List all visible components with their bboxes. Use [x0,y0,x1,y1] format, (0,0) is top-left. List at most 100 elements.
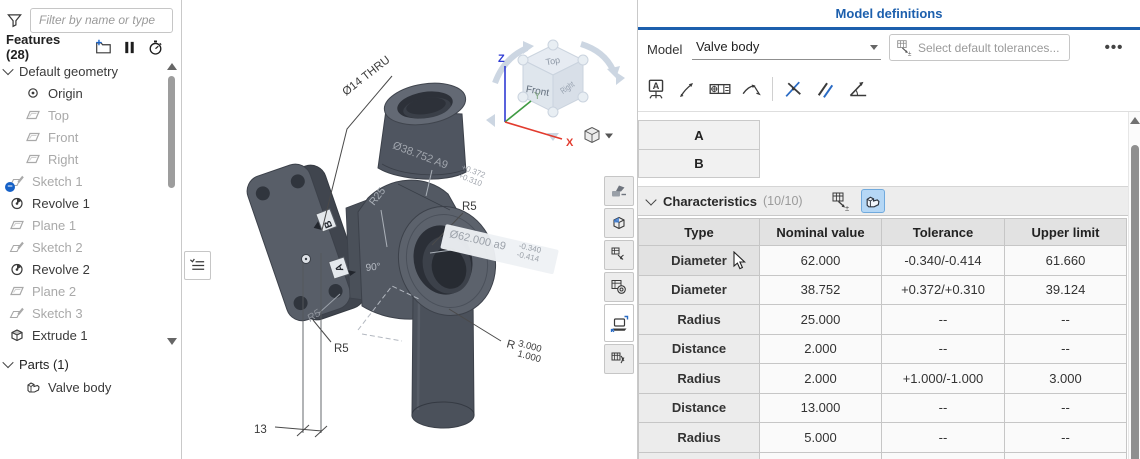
column-header-tolerance[interactable]: Tolerance [882,218,1005,246]
characteristic-row[interactable]: Radius 2.000 +1.000/-1.000 3.000 [638,364,1127,394]
tolerance-cell[interactable]: +0.372/+0.310 [882,276,1005,306]
svg-text:Z: Z [498,53,505,65]
insert-folder-icon[interactable] [94,37,112,57]
scrollbar-thumb[interactable] [1131,145,1139,459]
feature-list-toggle-button[interactable] [184,251,211,280]
datum-row-b[interactable]: B [638,149,760,178]
feature-tree-item[interactable]: − Plane 2 [0,280,162,302]
show-part-characteristics-button[interactable] [861,189,885,213]
feature-icon: − [9,283,25,299]
column-header-nominal[interactable]: Nominal value [760,218,882,246]
nominal-value-cell[interactable]: 38.752 [760,276,882,306]
annotation-dim13[interactable]: 13 [254,424,267,436]
feature-tree-item[interactable]: − Sketch 2 [0,236,162,258]
parts-section-header[interactable]: Parts (1) [4,353,69,375]
scroll-up-icon[interactable] [167,63,177,70]
column-header-upper-limit[interactable]: Upper limit [1005,218,1127,246]
feature-tree-item[interactable]: − Revolve 2 [0,258,162,280]
display-sync-button[interactable] [604,304,634,342]
feature-tree-scrollbar[interactable] [166,60,178,352]
apply-tolerances-icon[interactable]: ± [829,189,853,213]
upper-limit-cell[interactable]: -- [1005,423,1127,453]
nominal-value-cell[interactable]: 2.000 [760,364,882,394]
panel-scrollbar[interactable] [1128,112,1140,459]
type-cell[interactable]: Radius [638,423,760,453]
feature-control-frame-icon[interactable] [706,76,733,103]
feature-tree-item[interactable]: − Origin [0,82,162,104]
column-header-type[interactable]: Type [638,218,760,246]
characteristic-row[interactable]: Diameter 62.000 -0.340/-0.414 61.660 [638,246,1127,276]
tolerance-cell[interactable]: -- [882,305,1005,335]
tolerance-cell[interactable]: -- [882,423,1005,453]
datum-row-a[interactable]: A [638,120,760,149]
tolerance-cell[interactable]: -0.340/-0.414 [882,246,1005,276]
angle-tool-icon[interactable] [844,76,871,103]
type-cell[interactable]: Radius [638,364,760,394]
model-label: Model [647,42,682,57]
upper-limit-cell[interactable]: 39.124 [1005,276,1127,306]
view-settings-button[interactable] [585,128,613,143]
isometric-view-button[interactable] [604,208,634,238]
graphics-viewport[interactable]: B A Ø14 THRU Ø38.752 A9 +0.372 [182,0,637,459]
type-cell[interactable]: Distance [638,394,760,424]
appearance-tool-button[interactable] [604,176,634,206]
nominal-value-cell[interactable]: 2.000 [760,335,882,365]
upper-limit-cell[interactable]: -- [1005,335,1127,365]
tolerance-cell[interactable]: -- [882,335,1005,365]
type-cell[interactable]: Radius [638,305,760,335]
scroll-up-icon[interactable] [1130,117,1140,124]
feature-tree-item[interactable]: − Front [0,126,162,148]
parallel-tool-icon[interactable] [812,76,839,103]
annotation-d14-thru[interactable]: Ø14 THRU [340,54,392,98]
feature-tree-item[interactable]: − Revolve 1 [0,192,162,214]
nominal-value-cell[interactable]: 13.000 [760,394,882,424]
feature-tree-item[interactable]: − Extrude 1 [0,324,162,346]
upper-limit-cell[interactable]: 3.000 [1005,364,1127,394]
characteristic-row[interactable]: Radius 25.000 -- -- [638,305,1127,335]
characteristic-row[interactable]: Radius 5.000 -- -- [638,423,1127,453]
leader-tool-icon[interactable] [674,76,701,103]
feature-tree-item[interactable]: − Sketch 3 [0,302,162,324]
characteristic-row[interactable]: Diameter 38.752 +0.372/+0.310 39.124 [638,276,1127,306]
rollback-stopwatch-icon[interactable] [147,37,165,57]
upper-limit-cell[interactable]: 61.660 [1005,246,1127,276]
nominal-value-cell[interactable]: 25.000 [760,305,882,335]
nominal-value-cell[interactable]: 62.000 [760,246,882,276]
annotation-r5-top[interactable]: R5 [462,201,477,213]
scroll-down-icon[interactable] [167,338,177,345]
characteristic-row[interactable]: Distance 13.000 -- -- [638,394,1127,424]
svg-text:A: A [652,81,659,91]
datum-tool-icon[interactable]: A [642,76,669,103]
part-list-item[interactable]: Valve body [0,376,162,398]
nominal-value-cell[interactable]: 5.000 [760,423,882,453]
type-cell[interactable]: Diameter [638,246,760,276]
view-cube[interactable]: Top Front Right Z Y X [486,40,625,149]
suppress-pause-icon[interactable] [120,37,138,57]
feature-tree-item[interactable]: − Top [0,104,162,126]
type-cell[interactable]: Diameter [638,276,760,306]
feature-tree-item[interactable]: − Default geometry [0,60,162,82]
upper-limit-cell[interactable]: -- [1005,394,1127,424]
annotation-r3[interactable]: R 3.000 1.000 [504,335,545,365]
filter-funnel-icon[interactable] [6,12,23,29]
tolerance-cell[interactable]: +1.000/-1.000 [882,364,1005,394]
intersection-tool-icon[interactable] [780,76,807,103]
characteristic-row[interactable]: Distance 2.000 -- -- [638,335,1127,365]
feature-tree-item[interactable]: − Plane 1 [0,214,162,236]
scrollbar-thumb[interactable] [168,76,175,188]
callout-tool-icon[interactable] [738,76,765,103]
feature-tree-item[interactable]: − Right [0,148,162,170]
table-function-button[interactable] [604,344,634,374]
upper-limit-cell[interactable]: -- [1005,305,1127,335]
overflow-menu-button[interactable]: ••• [1098,36,1130,58]
annotation-r5-bottom[interactable]: R5 [334,343,349,355]
model-dropdown[interactable]: Valve body [692,35,881,60]
type-cell[interactable]: Distance [638,335,760,365]
filter-input[interactable] [30,8,173,33]
tolerance-cell[interactable]: -- [882,394,1005,424]
feature-tree-item[interactable]: − Sketch 1 [0,170,162,192]
exploded-view-button[interactable] [604,240,634,270]
named-views-button[interactable] [604,272,634,302]
default-tolerances-input[interactable]: ± Select default tolerances... [889,34,1070,61]
characteristics-section-header[interactable]: Characteristics (10/10) ± [638,186,1129,216]
